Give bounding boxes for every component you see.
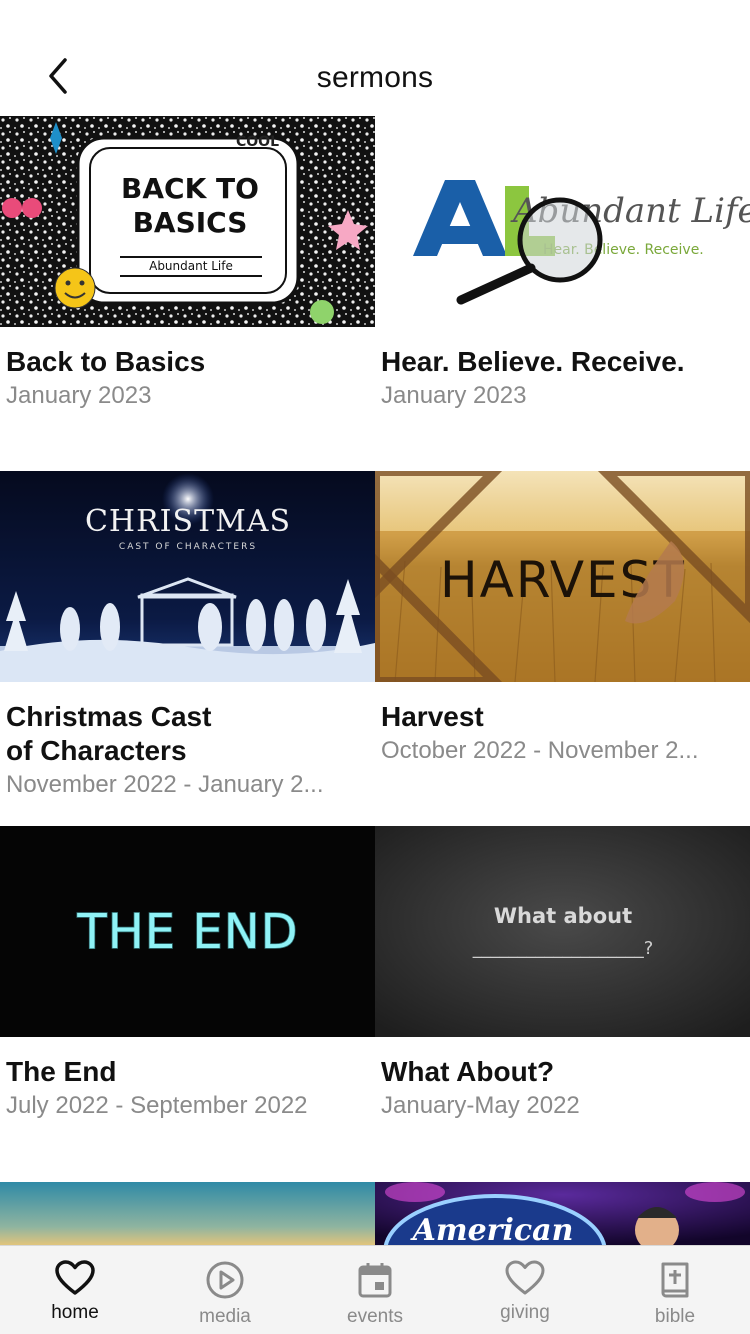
thumb-title: American <box>410 1213 574 1246</box>
sermon-thumbnail: AL Abundant Life Hear. Believe. Receive. <box>375 116 750 327</box>
chevron-left-icon <box>49 58 67 94</box>
heart-icon <box>55 1260 95 1295</box>
sermon-title: What About? <box>381 1056 555 1087</box>
heart-outline-icon <box>505 1260 545 1295</box>
back-button[interactable] <box>36 54 80 98</box>
sermon-thumbnail-partial[interactable]: American <box>375 1182 750 1246</box>
tab-events[interactable]: events <box>300 1246 450 1334</box>
tab-home[interactable]: home <box>0 1246 150 1334</box>
sermon-thumbnail: HARVEST <box>375 471 750 682</box>
sermon-card[interactable]: HARVEST Harvest October 2022 - November … <box>375 471 750 826</box>
sermon-card[interactable]: THE END THE END The End July 2022 - Sept… <box>0 826 375 1181</box>
sermon-date: November 2022 - January 2... <box>6 771 324 798</box>
bible-icon <box>661 1262 689 1298</box>
sermon-title: Hear. Believe. Receive. <box>381 346 685 377</box>
thumb-title-line2: BASICS <box>133 206 248 239</box>
tab-bible[interactable]: bible <box>600 1246 750 1334</box>
sermon-card[interactable]: BACK TO BASICS Abundant Life COOL Back t… <box>0 116 375 471</box>
sermon-date: January 2023 <box>381 382 527 409</box>
tab-label: giving <box>500 1302 550 1323</box>
tab-label: home <box>51 1302 99 1323</box>
thumb-title: THE END <box>76 904 298 960</box>
sermon-thumbnail: CHRISTMAS CAST OF CHARACTERS <box>0 471 375 682</box>
tab-label: bible <box>654 1306 696 1327</box>
sermon-card[interactable]: CHRISTMAS CAST OF CHARACTERS Christmas C… <box>0 471 375 826</box>
tab-label: events <box>347 1306 403 1327</box>
page-title: sermons <box>316 61 434 94</box>
thumb-brand: Abundant Life <box>149 259 233 273</box>
sermon-title: Harvest <box>381 701 484 732</box>
thumb-badge: COOL <box>236 134 279 150</box>
sermon-date: October 2022 - November 2... <box>381 737 699 764</box>
sermon-date: July 2022 - September 2022 <box>6 1092 308 1119</box>
thumb-title: What about <box>494 904 632 928</box>
tab-media[interactable]: media <box>150 1246 300 1334</box>
sermon-title: Back to Basics <box>6 346 206 377</box>
sermon-thumbnail: What about ___________________? <box>375 826 750 1037</box>
sermon-title: The End <box>6 1056 117 1087</box>
tab-giving[interactable]: giving <box>450 1246 600 1334</box>
play-circle-icon <box>206 1261 244 1299</box>
sermon-card[interactable]: What about ___________________? What Abo… <box>375 826 750 1181</box>
status-bar <box>0 0 750 40</box>
tab-bar: home media events giving bible <box>0 1245 750 1334</box>
tab-label: media <box>199 1306 251 1327</box>
thumb-blank: ___________________? <box>472 938 654 959</box>
sermon-date: January 2023 <box>6 382 152 409</box>
thumb-title: CHRISTMAS <box>85 504 291 539</box>
sermon-grid: BACK TO BASICS Abundant Life COOL Back t… <box>0 116 750 1181</box>
thumb-subtitle: CAST OF CHARACTERS <box>119 542 257 552</box>
sermon-date: January-May 2022 <box>381 1092 580 1119</box>
sermon-title: Christmas Cast of Characters <box>6 701 212 766</box>
thumb-title-line1: BACK TO <box>121 172 259 205</box>
sermon-card[interactable]: AL Abundant Life Hear. Believe. Receive.… <box>375 116 750 471</box>
calendar-icon <box>358 1263 392 1298</box>
sermon-row-partial: American <box>0 1182 750 1246</box>
sermon-thumbnail: THE END THE END <box>0 826 375 1037</box>
sermon-thumbnail: BACK TO BASICS Abundant Life COOL <box>0 116 375 327</box>
nav-bar: sermons <box>0 40 750 116</box>
sermon-thumbnail-partial[interactable] <box>0 1182 375 1246</box>
